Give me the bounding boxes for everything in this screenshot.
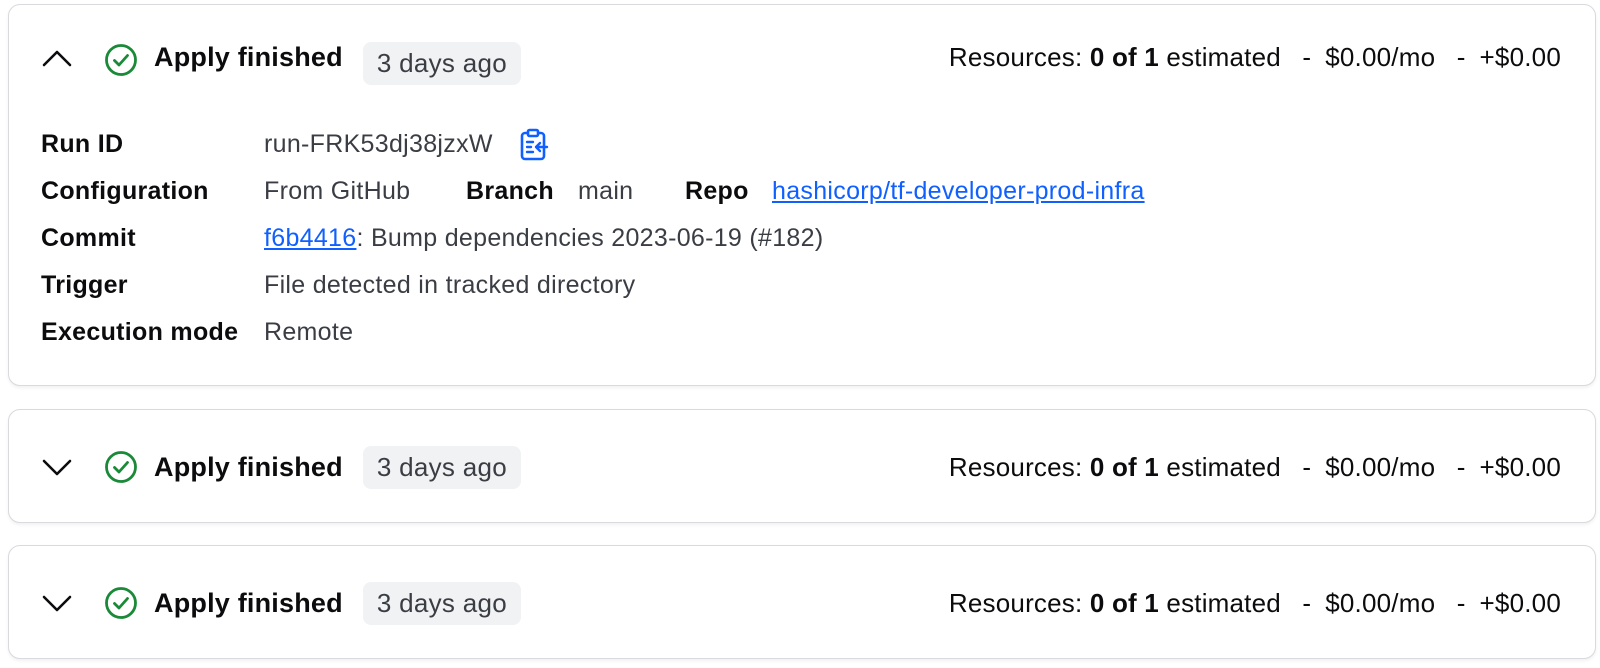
separator: - (1456, 587, 1466, 618)
branch-label: Branch (466, 177, 554, 205)
run-card-header[interactable]: Apply finished 3 days ago Resources: 0 o… (9, 410, 1595, 524)
separator: - (1302, 587, 1312, 618)
time-badge: 3 days ago (362, 581, 522, 625)
resources-label: Resources: (948, 42, 1083, 72)
resources-count: 0 of 1 (1089, 587, 1159, 618)
cost-delta: +$0.00 (1479, 451, 1561, 482)
detail-row-execution-mode: Execution mode Remote (41, 309, 1563, 356)
run-details: Run ID run-FRK53dj38jzxW Configuration F… (41, 121, 1563, 356)
clipboard-copy-icon[interactable] (517, 128, 551, 162)
separator: - (1302, 451, 1312, 482)
check-circle-icon (103, 42, 139, 78)
resources-summary: Resources: 0 of 1 estimated - $0.00/mo - +… (949, 452, 1561, 483)
check-circle-icon (103, 585, 139, 621)
run-status: Apply finished (154, 42, 343, 72)
resources-summary: Resources: 0 of 1 estimated - $0.00/mo - +… (949, 588, 1561, 619)
separator: - (1456, 42, 1466, 72)
execution-mode-label: Execution mode (41, 318, 239, 346)
repo-label: Repo (685, 177, 749, 205)
chevron-down-icon[interactable] (41, 451, 73, 483)
resources-summary: Resources: 0 of 1 estimated - $0.00/mo - +… (949, 42, 1561, 73)
chevron-down-icon[interactable] (41, 587, 73, 619)
monthly-cost: $0.00/mo (1325, 42, 1436, 72)
resources-label: Resources: (948, 451, 1083, 482)
resources-count: 0 of 1 (1089, 451, 1159, 482)
trigger-label: Trigger (41, 271, 128, 299)
configuration-label: Configuration (41, 177, 209, 205)
monthly-cost: $0.00/mo (1325, 451, 1436, 482)
resources-estimated: estimated (1166, 451, 1281, 482)
check-circle-icon (103, 449, 139, 485)
run-card-header[interactable]: Apply finished 3 days ago Resources: 0 o… (9, 546, 1595, 660)
run-status: Apply finished (154, 451, 343, 482)
cost-delta: +$0.00 (1479, 587, 1561, 618)
cost-delta: +$0.00 (1479, 42, 1561, 72)
resources-count: 0 of 1 (1089, 42, 1159, 72)
detail-row-trigger: Trigger File detected in tracked directo… (41, 262, 1563, 309)
resources-label: Resources: (948, 587, 1083, 618)
separator: - (1456, 451, 1466, 482)
branch-value: main (578, 177, 634, 205)
detail-row-configuration: Configuration From GitHub Branch main Re… (41, 168, 1563, 215)
run-card: Apply finished 3 days ago Resources: 0 o… (8, 4, 1596, 386)
detail-row-commit: Commit f6b4416: Bump dependencies 2023-0… (41, 215, 1563, 262)
configuration-value: From GitHub (264, 177, 411, 205)
run-card-header[interactable]: Apply finished 3 days ago Resources: 0 o… (9, 7, 1595, 121)
time-badge: 3 days ago (362, 445, 522, 489)
commit-message: : Bump dependencies 2023-06-19 (#182) (356, 224, 824, 252)
run-status: Apply finished (154, 587, 343, 618)
run-card: Apply finished 3 days ago Resources: 0 o… (8, 409, 1596, 523)
commit-sha-link[interactable]: f6b4416 (264, 224, 356, 253)
execution-mode-value: Remote (264, 318, 354, 346)
commit-label: Commit (41, 224, 136, 252)
repo-link[interactable]: hashicorp/tf-developer-prod-infra (772, 177, 1145, 206)
monthly-cost: $0.00/mo (1325, 587, 1436, 618)
detail-row-run-id: Run ID run-FRK53dj38jzxW (41, 121, 1563, 168)
run-id-label: Run ID (41, 130, 124, 158)
separator: - (1302, 42, 1312, 72)
chevron-up-icon[interactable] (41, 42, 73, 74)
resources-estimated: estimated (1166, 587, 1281, 618)
run-card: Apply finished 3 days ago Resources: 0 o… (8, 545, 1596, 659)
time-badge: 3 days ago (362, 42, 522, 85)
resources-estimated: estimated (1166, 42, 1281, 72)
trigger-value: File detected in tracked directory (264, 271, 636, 299)
run-id-value: run-FRK53dj38jzxW (264, 130, 493, 158)
